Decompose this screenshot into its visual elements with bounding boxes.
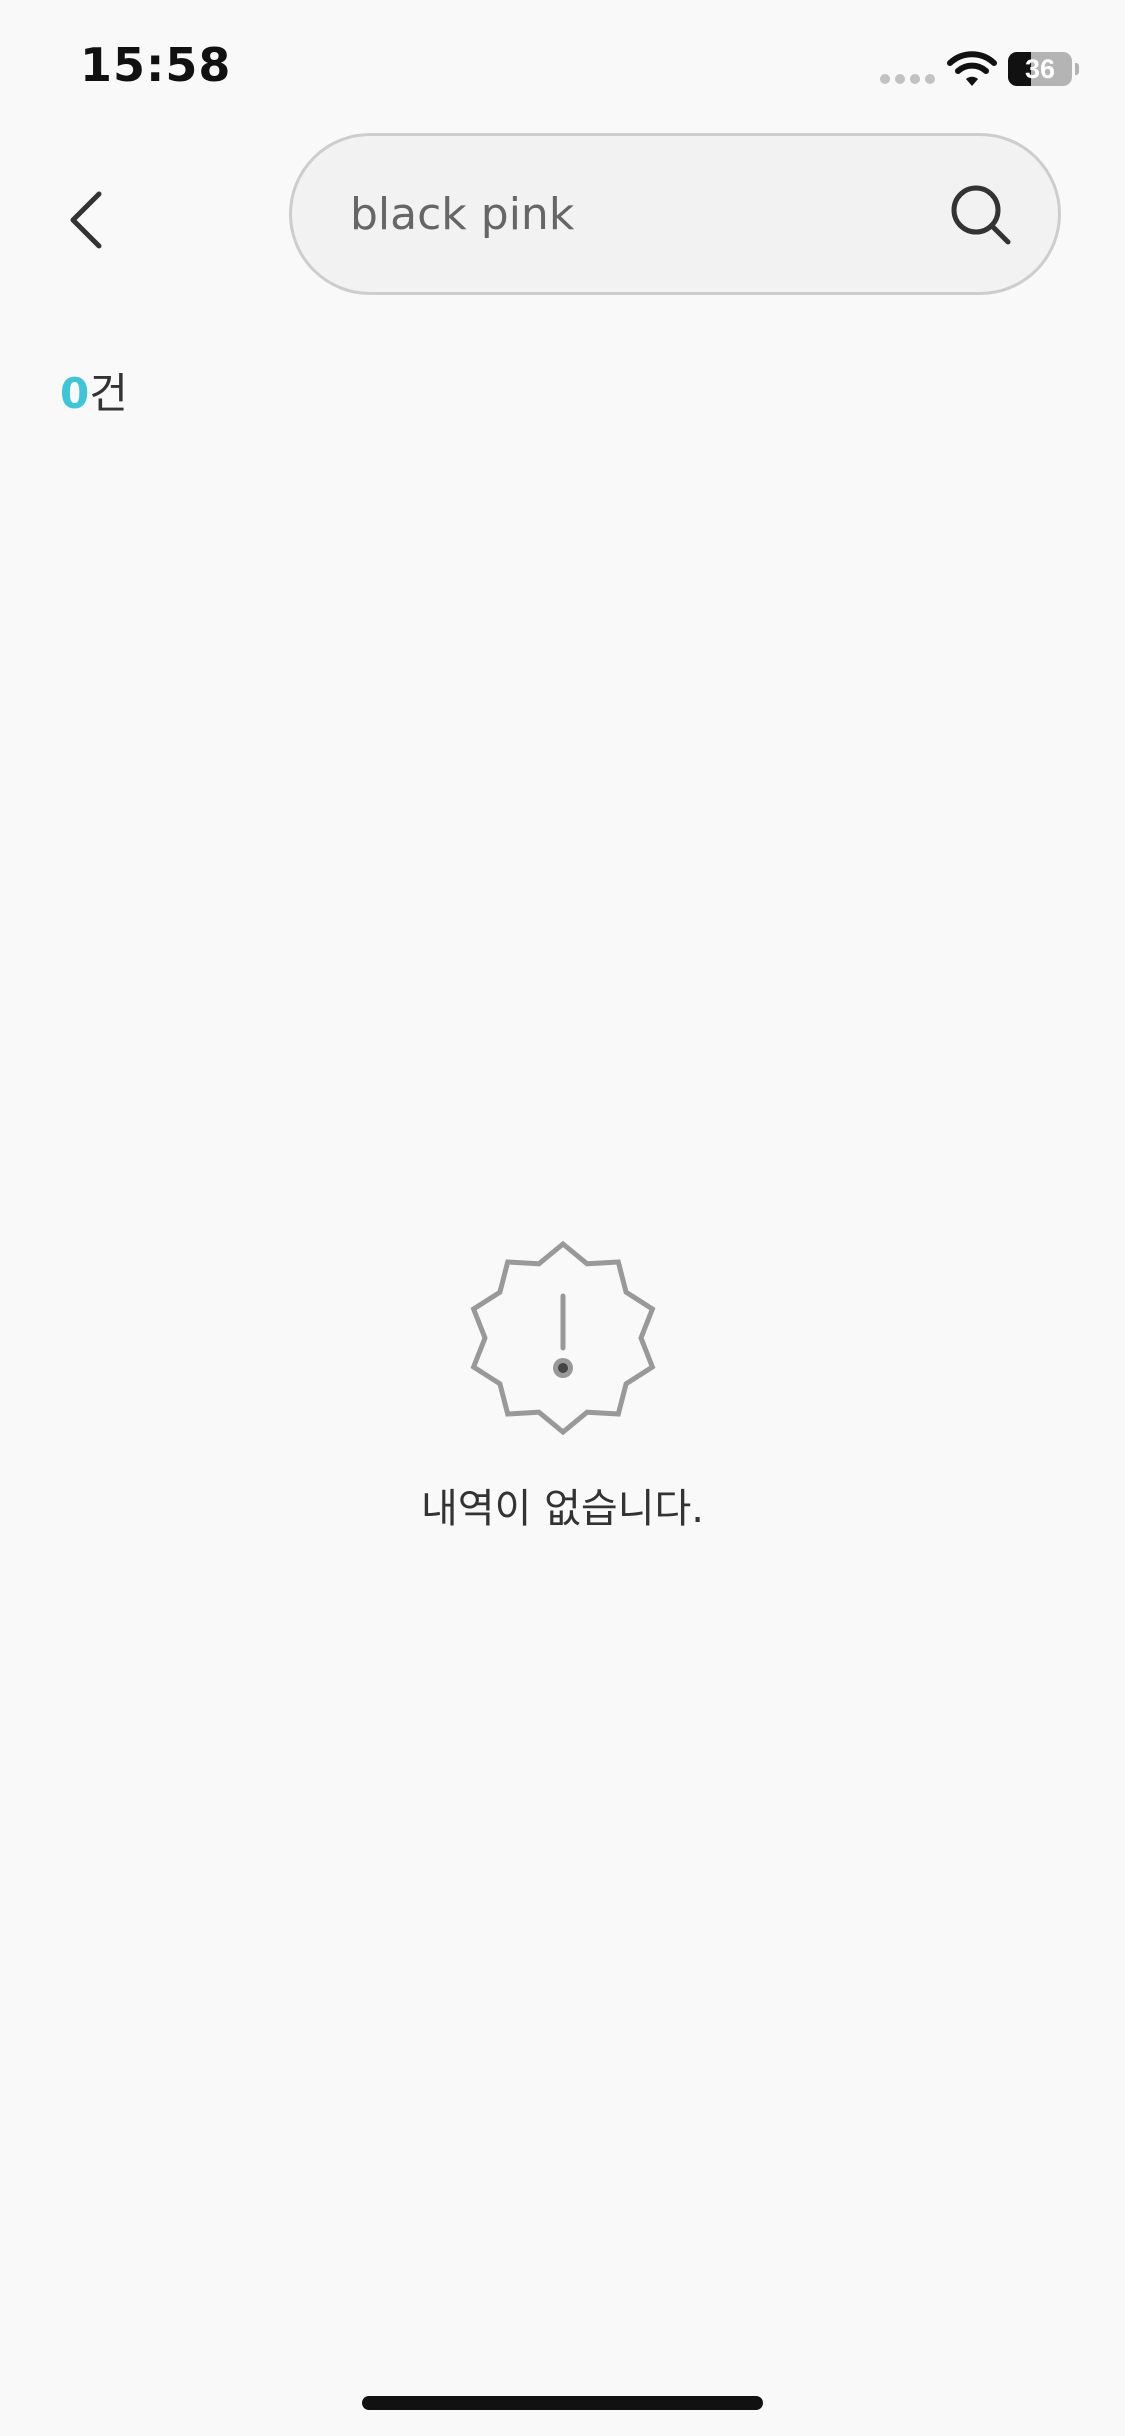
back-button[interactable] (50, 170, 120, 270)
home-indicator[interactable] (362, 2396, 763, 2410)
empty-message: 내역이 없습니다. (420, 1486, 705, 1532)
search-icon[interactable] (942, 176, 1022, 256)
result-count-number: 0 (60, 369, 90, 418)
result-count: 0건 (60, 360, 128, 421)
chevron-left-icon (70, 191, 102, 249)
battery-level: 36 (1024, 54, 1056, 84)
battery-cap (1075, 63, 1079, 75)
result-count-suffix: 건 (89, 369, 128, 418)
wifi-icon (947, 51, 997, 86)
status-bar: 15:58 36 (0, 0, 1125, 130)
status-time: 15:58 (80, 38, 232, 92)
alert-badge-icon (470, 1240, 655, 1436)
battery-icon: 36 (1008, 52, 1079, 86)
cellular-signal-icon (880, 74, 936, 84)
search-box (289, 133, 1061, 295)
empty-state: 내역이 없습니다. (0, 1240, 1125, 1534)
battery-body: 36 (1008, 52, 1072, 86)
search-input[interactable] (350, 166, 910, 262)
